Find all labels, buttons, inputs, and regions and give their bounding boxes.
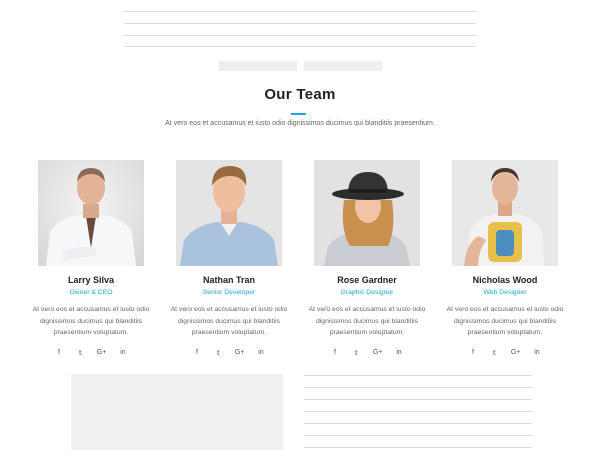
placeholder-line xyxy=(304,375,532,376)
placeholder-line xyxy=(304,447,532,448)
member-bio: At vero eos et accusamus et iusto odio d… xyxy=(170,306,288,336)
placeholder-line xyxy=(304,411,532,412)
placeholder-line xyxy=(304,387,532,388)
member-role: Senior Developer xyxy=(202,289,256,296)
placeholder-line xyxy=(304,399,532,400)
placeholder-line xyxy=(124,35,476,36)
linkedin-icon[interactable]: in xyxy=(255,349,267,359)
member-name: Nathan Tran xyxy=(202,275,255,285)
member-role: Web Designer xyxy=(483,289,527,296)
member-role: Owner & CEO xyxy=(69,289,113,296)
linkedin-icon[interactable]: in xyxy=(117,349,129,359)
facebook-icon[interactable]: f xyxy=(191,349,203,359)
linkedin-icon[interactable]: in xyxy=(393,349,405,359)
section-subtitle: At vero eos et accusamus et iusto odio d… xyxy=(165,120,435,127)
google-plus-icon[interactable]: G+ xyxy=(96,349,108,359)
placeholder-line xyxy=(124,23,476,24)
social-links: f 𝕥 G+ in xyxy=(452,349,558,359)
google-plus-icon[interactable]: G+ xyxy=(510,349,522,359)
social-links: f 𝕥 G+ in xyxy=(38,349,144,359)
member-role: Graphic Designer xyxy=(340,289,394,296)
member-photo xyxy=(176,160,282,266)
member-photo xyxy=(38,160,144,266)
placeholder-line xyxy=(304,435,532,436)
social-links: f 𝕥 G+ in xyxy=(176,349,282,359)
placeholder-line xyxy=(304,423,532,424)
team-member-card: Nicholas Wood Web Designer At vero eos e… xyxy=(447,160,563,359)
placeholder-button-left[interactable] xyxy=(219,61,297,71)
member-name: Rose Gardner xyxy=(337,275,397,285)
twitter-icon[interactable]: 𝕥 xyxy=(74,349,86,359)
member-name: Larry Silva xyxy=(67,275,115,285)
member-bio: At vero eos et accusamus et iusto odio d… xyxy=(308,306,426,336)
member-name: Nicholas Wood xyxy=(472,275,538,285)
member-photo xyxy=(452,160,558,266)
twitter-icon[interactable]: 𝕥 xyxy=(350,349,362,359)
google-plus-icon[interactable]: G+ xyxy=(372,349,384,359)
placeholder-image xyxy=(71,374,283,450)
team-member-card: Rose Gardner Graphic Designer At vero eo… xyxy=(309,160,425,359)
twitter-icon[interactable]: 𝕥 xyxy=(488,349,500,359)
social-links: f 𝕥 G+ in xyxy=(314,349,420,359)
placeholder-button-right[interactable] xyxy=(304,61,382,71)
member-bio: At vero eos et accusamus et iusto odio d… xyxy=(32,306,150,336)
twitter-icon[interactable]: 𝕥 xyxy=(212,349,224,359)
linkedin-icon[interactable]: in xyxy=(531,349,543,359)
facebook-icon[interactable]: f xyxy=(53,349,65,359)
member-photo xyxy=(314,160,420,266)
member-bio: At vero eos et accusamus et iusto odio d… xyxy=(446,306,564,336)
team-member-card: Nathan Tran Senior Developer At vero eos… xyxy=(171,160,287,359)
title-underline xyxy=(291,113,306,115)
facebook-icon[interactable]: f xyxy=(329,349,341,359)
section-title: Our Team xyxy=(264,86,336,103)
placeholder-line xyxy=(124,11,476,12)
google-plus-icon[interactable]: G+ xyxy=(234,349,246,359)
team-member-card: Larry Silva Owner & CEO At vero eos et a… xyxy=(33,160,149,359)
placeholder-line xyxy=(124,46,476,47)
facebook-icon[interactable]: f xyxy=(467,349,479,359)
